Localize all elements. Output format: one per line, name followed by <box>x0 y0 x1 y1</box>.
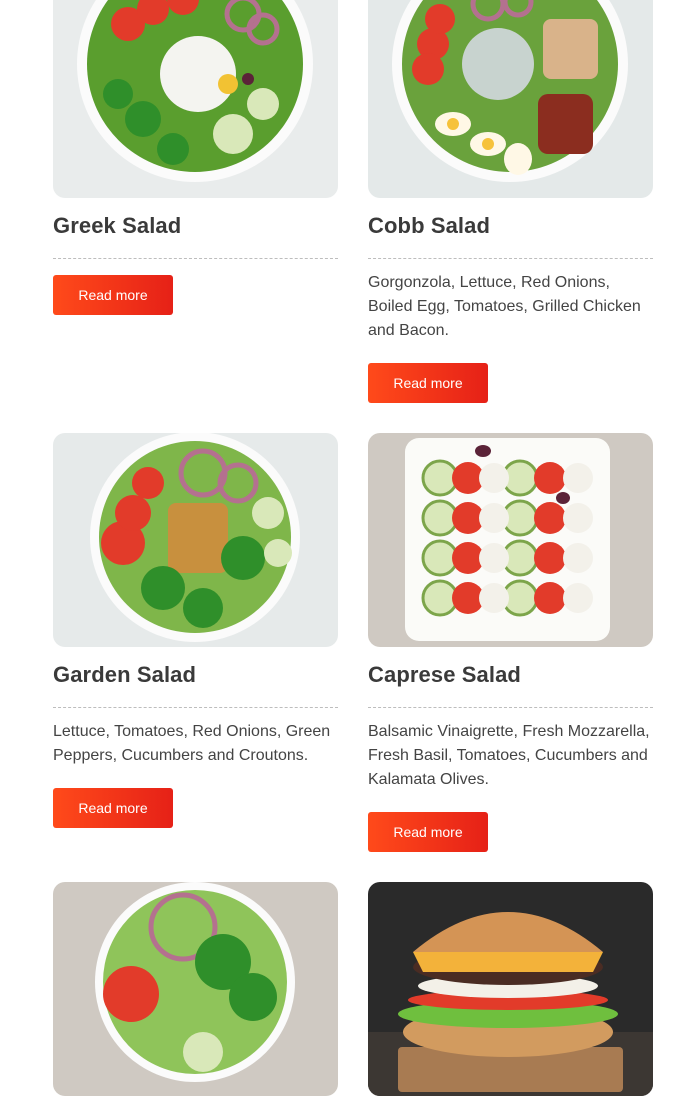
garden-salad-image[interactable] <box>53 433 338 647</box>
card-divider <box>368 707 653 708</box>
card-description: Gorgonzola, Lettuce, Red Onions, Boiled … <box>368 274 641 339</box>
read-more-button[interactable]: Read more <box>368 363 488 403</box>
card-title: Garden Salad <box>53 662 197 687</box>
menu-card-caprese-salad: Caprese Salad Balsamic Vinaigrette, Fres… <box>368 433 653 852</box>
card-title: Cobb Salad <box>368 213 491 238</box>
menu-card-side-salad <box>53 882 338 1096</box>
greek-salad-image[interactable] <box>53 0 338 198</box>
menu-card-cobb-salad: Cobb Salad Gorgonzola, Lettuce, Red Onio… <box>368 0 653 403</box>
caprese-salad-image[interactable] <box>368 433 653 647</box>
card-title: Greek Salad <box>53 213 182 238</box>
read-more-button[interactable]: Read more <box>368 812 488 852</box>
read-more-button[interactable]: Read more <box>53 275 173 315</box>
menu-card-cheeseburger <box>368 882 653 1096</box>
cobb-salad-image[interactable] <box>368 0 653 198</box>
card-description: Balsamic Vinaigrette, Fresh Mozzarella, … <box>368 723 650 788</box>
side-salad-image[interactable] <box>53 882 338 1096</box>
menu-grid: Greek Salad Read more Cobb Salad Gorgonz… <box>53 0 653 1096</box>
cheeseburger-image[interactable] <box>368 882 653 1096</box>
menu-card-garden-salad: Garden Salad Lettuce, Tomatoes, Red Onio… <box>53 433 338 852</box>
card-title: Caprese Salad <box>368 662 521 687</box>
card-divider <box>368 258 653 259</box>
card-divider <box>53 258 338 259</box>
read-more-button[interactable]: Read more <box>53 788 173 828</box>
menu-card-greek-salad: Greek Salad Read more <box>53 0 338 403</box>
card-divider <box>53 707 338 708</box>
card-description: Lettuce, Tomatoes, Red Onions, Green Pep… <box>53 723 331 764</box>
